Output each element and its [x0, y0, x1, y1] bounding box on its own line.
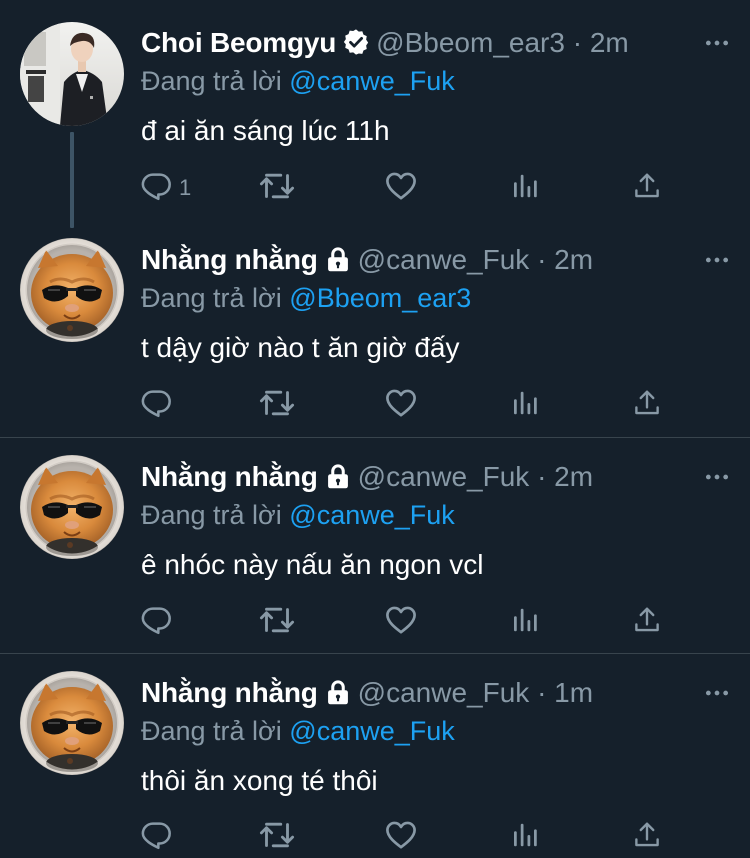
separator-dot: · — [537, 677, 547, 708]
avatar[interactable] — [20, 455, 124, 559]
author-name[interactable]: Nhằng nhằng — [141, 244, 318, 275]
like-icon — [384, 603, 418, 642]
avatar[interactable] — [20, 671, 124, 775]
retweet-icon — [259, 168, 295, 209]
lock-icon — [324, 677, 352, 717]
share-button[interactable] — [632, 170, 662, 206]
share-button[interactable] — [632, 387, 662, 423]
tweet-header: Nhằng nhằng @canwe_Fuk · 2m — [141, 240, 730, 280]
like-icon — [384, 386, 418, 425]
replying-prefix: Đang trả lời — [141, 66, 282, 96]
tweet-header: Nhằng nhằng @canwe_Fuk · 2m — [141, 457, 730, 497]
share-button[interactable] — [632, 819, 662, 855]
tweet-text: đ ai ăn sáng lúc 11h — [141, 115, 390, 146]
replying-prefix: Đang trả lời — [141, 716, 282, 746]
replying-to-line: Đang trả lời @Bbeom_ear3 — [141, 280, 730, 316]
tweet[interactable]: Nhằng nhằng @canwe_Fuk · 2m Đang trả lời … — [0, 220, 750, 437]
retweet-button[interactable] — [259, 604, 295, 640]
reply-count: 1 — [179, 175, 192, 200]
tweet-actions — [141, 604, 661, 640]
replying-prefix: Đang trả lời — [141, 283, 282, 313]
replying-to-line: Đang trả lời @canwe_Fuk — [141, 497, 730, 533]
timestamp[interactable]: 2m — [554, 244, 593, 275]
author-name[interactable]: Nhằng nhằng — [141, 677, 318, 708]
verified-badge-icon — [342, 27, 370, 67]
reply-icon — [141, 170, 173, 207]
retweet-icon — [259, 602, 295, 643]
more-icon[interactable] — [704, 673, 730, 713]
tweet-actions — [141, 387, 661, 423]
replying-to-mention[interactable]: @canwe_Fuk — [289, 500, 454, 530]
more-icon[interactable] — [704, 23, 730, 63]
reply-button[interactable] — [141, 387, 179, 423]
separator-dot: · — [537, 461, 547, 492]
reply-button[interactable]: 1 — [141, 170, 191, 206]
share-icon — [632, 820, 662, 855]
retweet-button[interactable] — [259, 170, 295, 206]
timestamp[interactable]: 1m — [554, 677, 593, 708]
share-icon — [632, 388, 662, 423]
replying-to-mention[interactable]: @canwe_Fuk — [289, 716, 454, 746]
analytics-button[interactable] — [510, 170, 540, 206]
replying-to-mention[interactable]: @canwe_Fuk — [289, 66, 454, 96]
analytics-button[interactable] — [510, 819, 540, 855]
analytics-button[interactable] — [510, 387, 540, 423]
avatar[interactable] — [20, 238, 124, 342]
reply-button[interactable] — [141, 819, 179, 855]
like-icon — [384, 818, 418, 857]
lock-icon — [324, 244, 352, 284]
replying-prefix: Đang trả lời — [141, 500, 282, 530]
timestamp[interactable]: 2m — [554, 461, 593, 492]
share-button[interactable] — [632, 604, 662, 640]
tweet[interactable]: Nhằng nhằng @canwe_Fuk · 2m Đang trả lời … — [0, 437, 750, 653]
separator-dot: · — [572, 27, 583, 58]
share-icon — [632, 171, 662, 206]
reply-icon — [141, 387, 173, 424]
tweet-header: Nhằng nhằng @canwe_Fuk · 1m — [141, 673, 730, 713]
replying-to-line: Đang trả lời @canwe_Fuk — [141, 63, 730, 99]
analytics-button[interactable] — [510, 604, 540, 640]
author-name[interactable]: Choi Beomgyu — [141, 27, 336, 58]
share-icon — [632, 605, 662, 640]
stats-icon — [510, 388, 540, 423]
tweet[interactable]: Choi Beomgyu @Bbeom_ear3 · 2m Đang trả lờ… — [0, 0, 750, 220]
author-handle[interactable]: @Bbeom_ear3 — [376, 27, 565, 58]
tweet-actions — [141, 819, 661, 855]
more-icon[interactable] — [704, 457, 730, 497]
like-icon — [384, 169, 418, 208]
retweet-button[interactable] — [259, 819, 295, 855]
author-handle[interactable]: @canwe_Fuk — [358, 461, 530, 492]
tweet-header: Choi Beomgyu @Bbeom_ear3 · 2m — [141, 23, 730, 63]
retweet-icon — [259, 817, 295, 858]
like-button[interactable] — [384, 819, 418, 855]
retweet-icon — [259, 385, 295, 426]
avatar[interactable] — [20, 22, 124, 126]
tweet-text: t dậy giờ nào t ăn giờ đấy — [141, 332, 460, 363]
retweet-button[interactable] — [259, 387, 295, 423]
reply-icon — [141, 604, 173, 641]
tweet[interactable]: Nhằng nhằng @canwe_Fuk · 1m Đang trả lời … — [0, 653, 750, 858]
like-button[interactable] — [384, 387, 418, 423]
replying-to-mention[interactable]: @Bbeom_ear3 — [289, 283, 471, 313]
tweet-text: ê nhóc này nấu ăn ngon vcl — [141, 549, 484, 580]
separator-dot: · — [537, 244, 547, 275]
replying-to-line: Đang trả lời @canwe_Fuk — [141, 713, 730, 749]
author-handle[interactable]: @canwe_Fuk — [358, 244, 530, 275]
more-icon[interactable] — [704, 240, 730, 280]
timestamp[interactable]: 2m — [590, 27, 629, 58]
stats-icon — [510, 820, 540, 855]
tweet-actions: 1 — [141, 170, 661, 206]
author-handle[interactable]: @canwe_Fuk — [358, 677, 530, 708]
tweet-text: thôi ăn xong té thôi — [141, 765, 378, 796]
lock-icon — [324, 461, 352, 501]
reply-icon — [141, 819, 173, 856]
stats-icon — [510, 171, 540, 206]
stats-icon — [510, 605, 540, 640]
author-name[interactable]: Nhằng nhằng — [141, 461, 318, 492]
reply-button[interactable] — [141, 604, 179, 640]
like-button[interactable] — [384, 604, 418, 640]
like-button[interactable] — [384, 170, 418, 206]
